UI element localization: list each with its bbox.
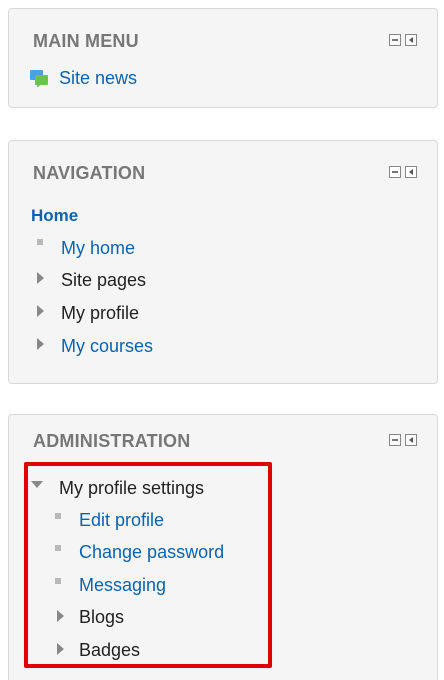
- main-menu-controls: [389, 34, 417, 46]
- hide-block-icon[interactable]: [389, 434, 401, 446]
- dock-block-icon[interactable]: [405, 434, 417, 446]
- navigation-controls: [389, 166, 417, 178]
- nav-site-pages[interactable]: Site pages: [61, 269, 146, 291]
- site-news-link[interactable]: Site news: [59, 67, 137, 89]
- main-menu-block: MAIN MENU Site news: [8, 8, 438, 108]
- administration-title: ADMINISTRATION: [33, 431, 191, 451]
- dock-block-icon[interactable]: [405, 34, 417, 46]
- bullet-icon: [37, 239, 43, 245]
- nav-my-profile[interactable]: My profile: [61, 302, 139, 324]
- expand-arrow-icon[interactable]: [37, 305, 44, 317]
- expand-arrow-icon[interactable]: [37, 272, 44, 284]
- nav-my-courses-link[interactable]: My courses: [61, 335, 153, 357]
- dock-block-icon[interactable]: [405, 166, 417, 178]
- expand-arrow-icon[interactable]: [37, 338, 44, 350]
- navigation-title: NAVIGATION: [33, 163, 146, 183]
- hide-block-icon[interactable]: [389, 34, 401, 46]
- nav-home-link[interactable]: Home: [31, 205, 78, 227]
- main-menu-title: MAIN MENU: [33, 31, 139, 51]
- hide-block-icon[interactable]: [389, 166, 401, 178]
- navigation-block: NAVIGATION Home My home Site pages My pr…: [8, 140, 438, 384]
- administration-controls: [389, 434, 417, 446]
- forum-icon: [30, 70, 48, 87]
- highlight-box: [24, 462, 272, 668]
- nav-my-home-link[interactable]: My home: [61, 237, 135, 259]
